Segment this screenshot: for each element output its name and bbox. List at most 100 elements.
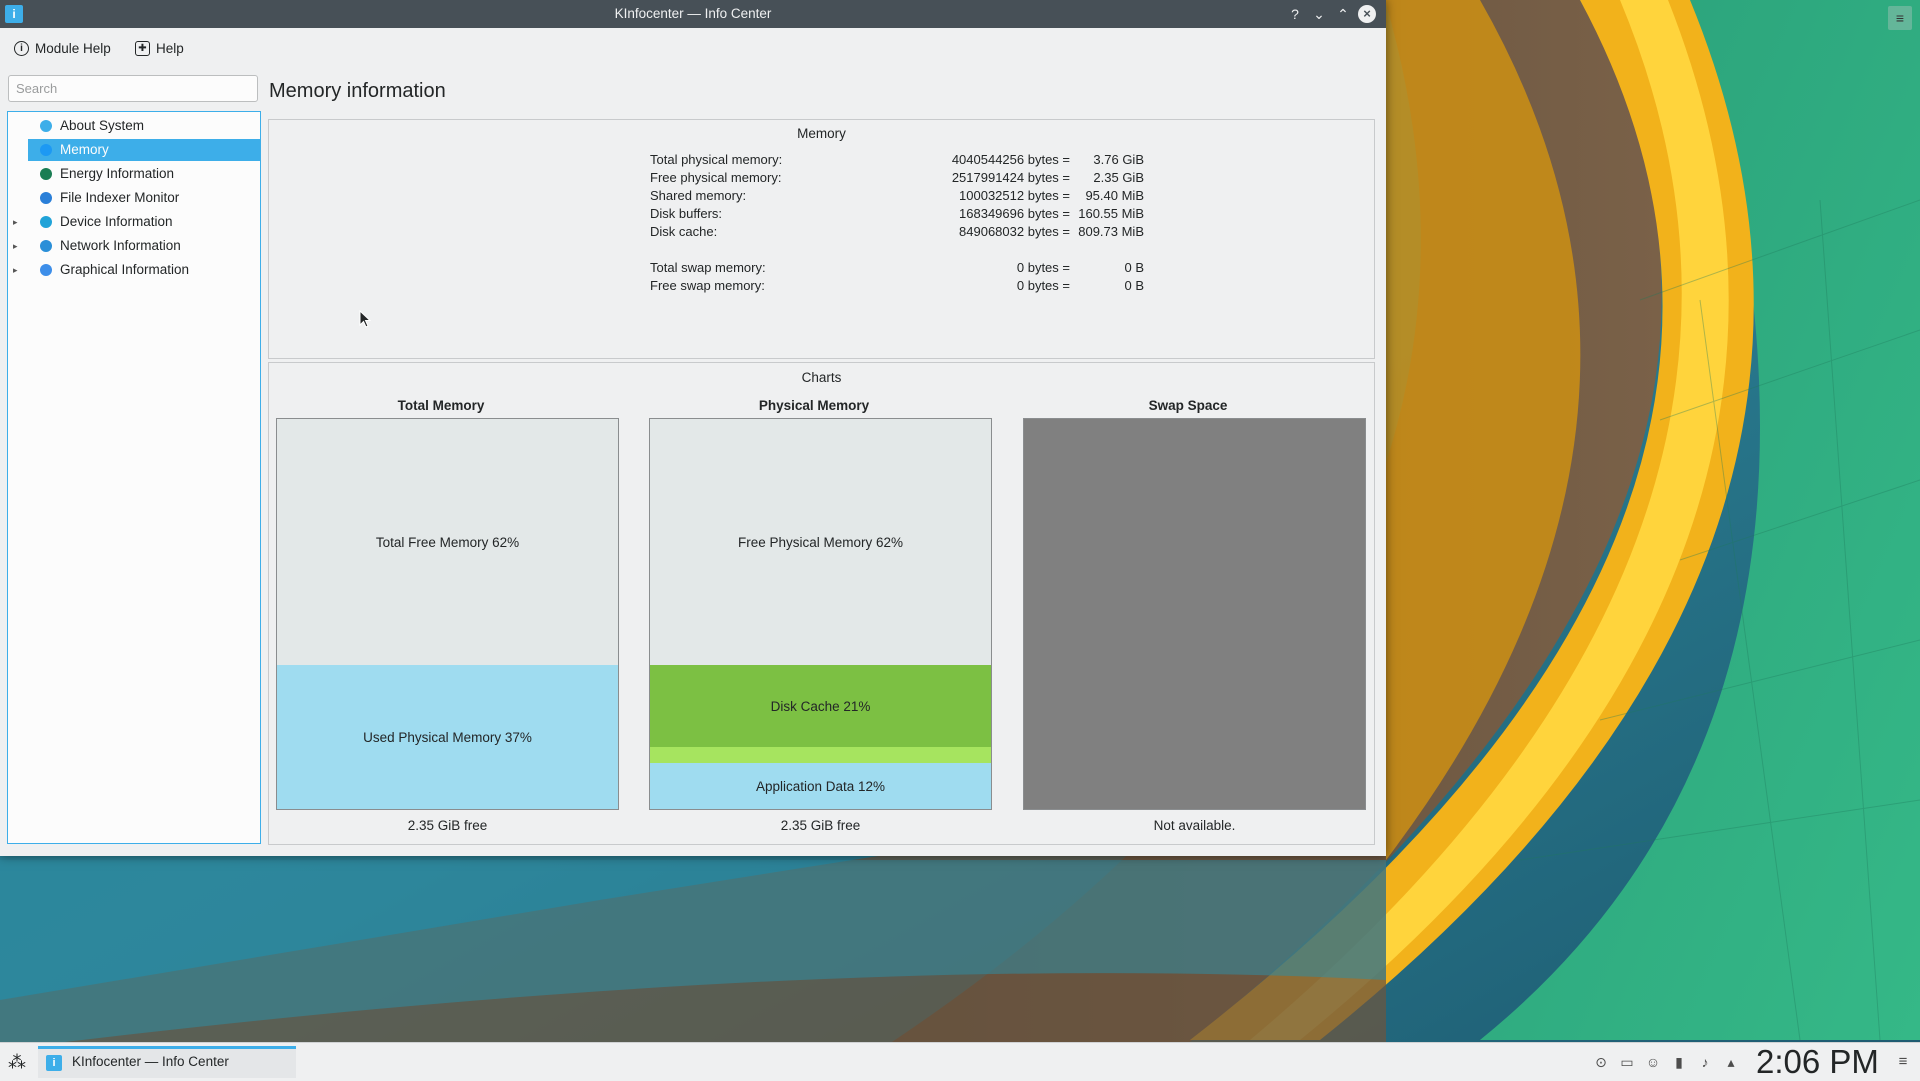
kinfocenter-window: i KInfocenter — Info Center ? ⌄ ⌃ × i Mo… <box>0 0 1386 856</box>
chart-segment: Total Free Memory 62% <box>277 419 618 665</box>
network-icon <box>40 240 52 252</box>
memory-human-readable: 0 B <box>1124 260 1144 275</box>
lifebuoy-icon: ✚ <box>135 40 150 56</box>
memory-row: Total physical memory: 4040544256 bytes =… <box>650 151 1144 169</box>
page-title: Memory information <box>269 80 446 102</box>
expand-arrow-icon[interactable]: ▸ <box>13 211 23 233</box>
expand-arrow-icon[interactable]: ▸ <box>13 259 23 281</box>
chart-bar: Free Physical Memory 62% Disk Cache 21% Ap… <box>649 418 992 810</box>
memory-row: Free physical memory: 2517991424 bytes = 2… <box>650 169 1144 187</box>
search-input[interactable] <box>8 75 258 102</box>
users-icon[interactable]: ☺ <box>1645 1054 1661 1070</box>
memory-label: Total swap memory: <box>650 260 766 275</box>
toolbar: i Module Help ✚ Help <box>0 28 1386 68</box>
info-icon <box>40 120 52 132</box>
sidebar-item-label: Graphical Information <box>60 262 190 277</box>
chart-segment: Disk Cache 21% <box>650 665 991 747</box>
chart-title: Physical Memory <box>758 398 870 413</box>
memory-human-readable: 0 B <box>1124 278 1144 293</box>
memory-human-readable: 95.40 MiB <box>1085 188 1144 203</box>
sidebar-item-device-information[interactable]: Device Information <box>28 211 260 233</box>
expand-arrow-icon[interactable]: ▸ <box>13 235 23 257</box>
file-indexer-icon <box>40 192 52 204</box>
memory-bytes: 100032512 bytes = <box>959 188 1070 203</box>
clock[interactable]: 2:06 PM <box>1756 1045 1879 1079</box>
info-icon: i <box>14 40 29 56</box>
memory-label: Free physical memory: <box>650 170 782 185</box>
sidebar-item-about-system[interactable]: About System <box>28 115 260 137</box>
memory-row: Total swap memory: 0 bytes = 0 B <box>650 259 1144 277</box>
module-tree[interactable]: About System Memory Energy Information File… <box>7 111 261 844</box>
sidebar-item-label: File Indexer Monitor <box>60 190 180 205</box>
app-icon: i <box>46 1055 62 1071</box>
window-title: KInfocenter — Info Center <box>614 6 772 21</box>
display-icon[interactable]: ▭ <box>1619 1054 1635 1070</box>
sidebar-item-network-information[interactable]: Network Information <box>28 235 260 257</box>
sidebar-item-label: Network Information <box>60 238 181 253</box>
sidebar-item-graphical-information[interactable]: Graphical Information <box>28 259 260 281</box>
mouse-cursor-icon <box>359 310 371 328</box>
memory-row: Shared memory: 100032512 bytes = 95.40 MiB <box>650 187 1144 205</box>
minimize-button[interactable]: ⌄ <box>1310 5 1328 23</box>
updates-icon[interactable]: ⊙ <box>1593 1054 1609 1070</box>
device-icon <box>40 216 52 228</box>
sidebar-item-label: About System <box>60 118 145 133</box>
memory-label: Disk cache: <box>650 224 718 239</box>
sidebar-item-label: Device Information <box>60 214 173 229</box>
memory-bytes: 849068032 bytes = <box>959 224 1070 239</box>
chart-caption: Not available. <box>1153 818 1236 833</box>
taskbar: ⁂ i KInfocenter — Info Center ⊙ ▭ ☺ ▮ ♪ … <box>0 1042 1920 1081</box>
chart-bar: Total Free Memory 62% Used Physical Memor… <box>276 418 619 810</box>
memory-human-readable: 3.76 GiB <box>1093 152 1144 167</box>
sidebar-item-file-indexer-monitor[interactable]: File Indexer Monitor <box>28 187 260 209</box>
chart-caption: 2.35 GiB free <box>780 818 861 833</box>
chart-bar <box>1023 418 1366 810</box>
memory-groupbox: Memory Total physical memory: 4040544256 … <box>268 119 1375 359</box>
chart-segment: Used Physical Memory 37% <box>277 665 618 809</box>
energy-icon <box>40 168 52 180</box>
battery-icon[interactable]: ▮ <box>1671 1054 1687 1070</box>
panel-menu-icon[interactable]: ≡ <box>1895 1053 1911 1071</box>
help-icon[interactable]: ? <box>1286 5 1304 23</box>
maximize-button[interactable]: ⌃ <box>1334 5 1352 23</box>
chart-segment <box>1024 419 1365 809</box>
sidebar-item-energy-information[interactable]: Energy Information <box>28 163 260 185</box>
memory-icon <box>40 144 52 156</box>
volume-icon[interactable]: ♪ <box>1697 1054 1713 1070</box>
help-button[interactable]: ✚ Help <box>135 37 184 59</box>
memory-label: Shared memory: <box>650 188 747 203</box>
help-label: Help <box>156 40 184 56</box>
memory-row: Disk buffers: 168349696 bytes = 160.55 MiB <box>650 205 1144 223</box>
graphics-icon <box>40 264 52 276</box>
memory-human-readable: 160.55 MiB <box>1078 206 1144 221</box>
charts-group-title: Charts <box>801 370 842 385</box>
memory-human-readable: 809.73 MiB <box>1078 224 1144 239</box>
chart-segment: Application Data 12% <box>650 763 991 809</box>
window-titlebar[interactable]: i KInfocenter — Info Center ? ⌄ ⌃ × <box>0 0 1386 28</box>
memory-label: Total physical memory: <box>650 152 783 167</box>
memory-bytes: 2517991424 bytes = <box>951 170 1070 185</box>
module-help-label: Module Help <box>35 40 111 56</box>
memory-human-readable: 2.35 GiB <box>1093 170 1144 185</box>
memory-row: Disk cache: 849068032 bytes = 809.73 MiB <box>650 223 1144 241</box>
chart-title: Total Memory <box>397 398 485 413</box>
sidebar-item-label: Energy Information <box>60 166 175 181</box>
task-label: KInfocenter — Info Center <box>72 1054 229 1069</box>
memory-label: Free swap memory: <box>650 278 765 293</box>
task-item-kinfocenter[interactable]: i KInfocenter — Info Center <box>38 1046 296 1078</box>
memory-group-title: Memory <box>797 126 846 141</box>
memory-bytes: 0 bytes = <box>1016 260 1070 275</box>
sidebar-item-label: Memory <box>60 142 109 157</box>
chart-segment: Free Physical Memory 62% <box>650 419 991 665</box>
memory-row: Free swap memory: 0 bytes = 0 B <box>650 277 1144 295</box>
module-help-button[interactable]: i Module Help <box>14 37 111 59</box>
desktop-toolbox-button[interactable]: ≡ <box>1888 6 1912 30</box>
application-launcher-icon[interactable]: ⁂ <box>6 1051 28 1073</box>
sidebar-item-memory[interactable]: Memory <box>28 139 260 161</box>
charts-groupbox: Charts Total Memory Total Free Memory 62%… <box>268 362 1375 845</box>
expand-tray-icon[interactable]: ▴ <box>1723 1054 1739 1070</box>
chart-title: Swap Space <box>1148 398 1228 413</box>
chart-caption: 2.35 GiB free <box>407 818 488 833</box>
close-button[interactable]: × <box>1358 5 1376 23</box>
memory-bytes: 0 bytes = <box>1016 278 1070 293</box>
